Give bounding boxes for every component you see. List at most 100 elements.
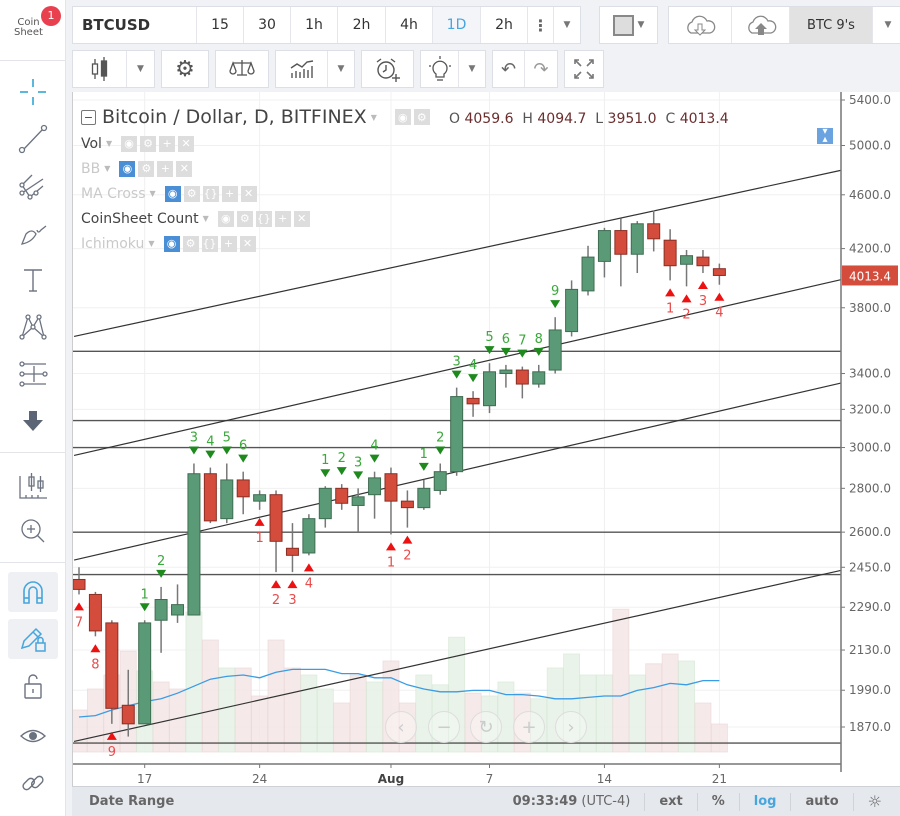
chart-color-button[interactable]: ▼ — [600, 7, 657, 43]
ideas-dropdown[interactable]: ▼ — [459, 51, 485, 87]
indicator-name[interactable]: BB — [81, 161, 100, 177]
indicators-group: ▼ — [275, 50, 355, 88]
close-icon[interactable]: ✕ — [176, 160, 193, 177]
zoom-in-tool[interactable] — [8, 511, 58, 551]
log-scale-toggle[interactable]: log — [738, 792, 791, 811]
close-icon[interactable]: ✕ — [239, 235, 256, 252]
indicators-dropdown[interactable]: ▼ — [328, 51, 354, 87]
gear-icon[interactable]: ⚙ — [413, 109, 430, 125]
interval-dropdown[interactable]: ▼ — [554, 7, 580, 43]
source-code-icon[interactable]: {} — [202, 185, 219, 202]
remove-drawings-tool[interactable] — [8, 401, 58, 441]
chevron-down-icon[interactable]: ▼ — [148, 239, 154, 248]
zoom-out-button[interactable]: − — [428, 711, 460, 743]
chart-type-dropdown[interactable]: ▼ — [127, 51, 154, 87]
measure-icon — [19, 473, 47, 499]
alarm-add-icon — [376, 58, 400, 82]
chevron-down-icon[interactable]: ▼ — [104, 164, 110, 173]
chart-settings-button[interactable]: ⚙ — [162, 51, 208, 87]
layout-dropdown[interactable]: ▼ — [873, 7, 900, 43]
chart-type-button[interactable] — [73, 51, 127, 87]
extended-hours-toggle[interactable]: ext — [644, 792, 696, 811]
eye-icon[interactable]: ◉ — [121, 135, 138, 152]
date-range-button[interactable]: Date Range — [72, 794, 513, 809]
scale-settings-button[interactable]: ☼ — [852, 792, 900, 811]
text-tool[interactable] — [8, 260, 58, 300]
eye-icon[interactable]: ◉ — [164, 185, 181, 202]
visibility-tool[interactable] — [8, 716, 58, 756]
undo-button[interactable]: ↶ — [493, 51, 525, 87]
interval-2h[interactable]: 2h — [338, 7, 386, 43]
interval-30[interactable]: 30 — [244, 7, 291, 43]
source-code-icon[interactable]: {} — [201, 235, 218, 252]
gear-icon[interactable]: ⚙ — [183, 185, 200, 202]
plus-icon[interactable]: + — [220, 235, 237, 252]
redo-button[interactable]: ↷ — [525, 51, 557, 87]
chevron-down-icon[interactable]: ▼ — [106, 139, 112, 148]
scroll-left-button[interactable]: ‹ — [385, 711, 417, 743]
interval-1h[interactable]: 1h — [291, 7, 338, 43]
indicator-name[interactable]: Ichimoku — [81, 236, 144, 252]
interval-15[interactable]: 15 — [197, 7, 244, 43]
chevron-down-icon[interactable]: ▼ — [203, 214, 209, 223]
measure-tool[interactable] — [8, 466, 58, 506]
interval-2h-alt[interactable]: 2h — [481, 7, 528, 43]
eye-icon[interactable]: ◉ — [394, 109, 411, 125]
link-tool[interactable] — [8, 763, 58, 803]
vertical-dots-icon: ⋮ — [532, 15, 549, 35]
reset-chart-button[interactable]: ↻ — [470, 711, 502, 743]
close-icon[interactable]: ✕ — [178, 135, 195, 152]
eye-icon[interactable]: ◉ — [163, 235, 180, 252]
interval-4h[interactable]: 4h — [386, 7, 433, 43]
crosshair-tool[interactable] — [8, 72, 58, 112]
gear-icon[interactable]: ⚙ — [140, 135, 157, 152]
series-name[interactable]: Bitcoin / Dollar, D, BITFINEX — [102, 106, 367, 128]
fullscreen-button[interactable] — [565, 51, 603, 87]
plus-icon[interactable]: + — [274, 210, 291, 227]
interval-1d[interactable]: 1D — [433, 7, 481, 43]
chevron-down-icon[interactable]: ▼ — [149, 189, 155, 198]
gear-icon[interactable]: ⚙ — [236, 210, 253, 227]
zoom-in-button[interactable]: + — [513, 711, 545, 743]
indicators-button[interactable] — [276, 51, 328, 87]
coinsheet-logo[interactable]: Coin Sheet — [14, 18, 43, 38]
compare-button[interactable] — [216, 51, 268, 87]
more-intervals-button[interactable]: ⋮ — [528, 7, 554, 43]
indicator-name[interactable]: Vol — [81, 136, 102, 152]
indicator-name[interactable]: CoinSheet Count — [81, 211, 199, 227]
eye-icon[interactable]: ◉ — [119, 160, 136, 177]
chevron-down-icon[interactable]: ▼ — [371, 113, 377, 122]
ideas-button[interactable] — [421, 51, 459, 87]
chart-area[interactable]: 1 2 3 4 5 6 1 2 3 4 1 2 3 4 5 6 7 8 9 7 8 9 1 2 3 4 1 2 1 2 3 4 5400.0 50… — [70, 92, 900, 788]
scroll-right-button[interactable]: › — [555, 711, 587, 743]
plus-icon[interactable]: + — [159, 135, 176, 152]
unlock-tool[interactable] — [8, 666, 58, 706]
trend-line-tool[interactable] — [8, 119, 58, 159]
plus-icon[interactable]: + — [157, 160, 174, 177]
percent-scale-toggle[interactable]: % — [696, 792, 739, 811]
source-code-icon[interactable]: {} — [255, 210, 272, 227]
close-icon[interactable]: ✕ — [240, 185, 257, 202]
save-layout-button[interactable] — [732, 7, 790, 43]
magnet-tool[interactable] — [8, 572, 58, 612]
brush-tool[interactable] — [8, 213, 58, 253]
pattern-tool[interactable] — [8, 307, 58, 347]
close-icon[interactable]: ✕ — [293, 210, 310, 227]
collapse-legend-icon[interactable]: − — [81, 109, 96, 125]
divider — [0, 562, 66, 563]
fib-retracement-tool[interactable] — [8, 354, 58, 394]
lock-drawings-tool[interactable] — [8, 619, 58, 659]
gear-icon[interactable]: ⚙ — [138, 160, 155, 177]
auto-scale-toggle[interactable]: auto — [790, 792, 852, 811]
gear-icon[interactable]: ⚙ — [182, 235, 199, 252]
notification-badge[interactable]: 1 — [41, 6, 61, 26]
indicator-name[interactable]: MA Cross — [81, 186, 145, 202]
scale-fit-button[interactable]: ▾ ▴ — [817, 127, 833, 145]
pitchfork-tool[interactable] — [8, 166, 58, 206]
symbol-search[interactable]: BTCUSD — [73, 7, 197, 43]
load-layout-button[interactable] — [669, 7, 732, 43]
eye-icon[interactable]: ◉ — [217, 210, 234, 227]
plus-icon[interactable]: + — [221, 185, 238, 202]
add-alert-button[interactable] — [362, 51, 413, 87]
layout-name[interactable]: BTC 9's — [790, 7, 873, 43]
